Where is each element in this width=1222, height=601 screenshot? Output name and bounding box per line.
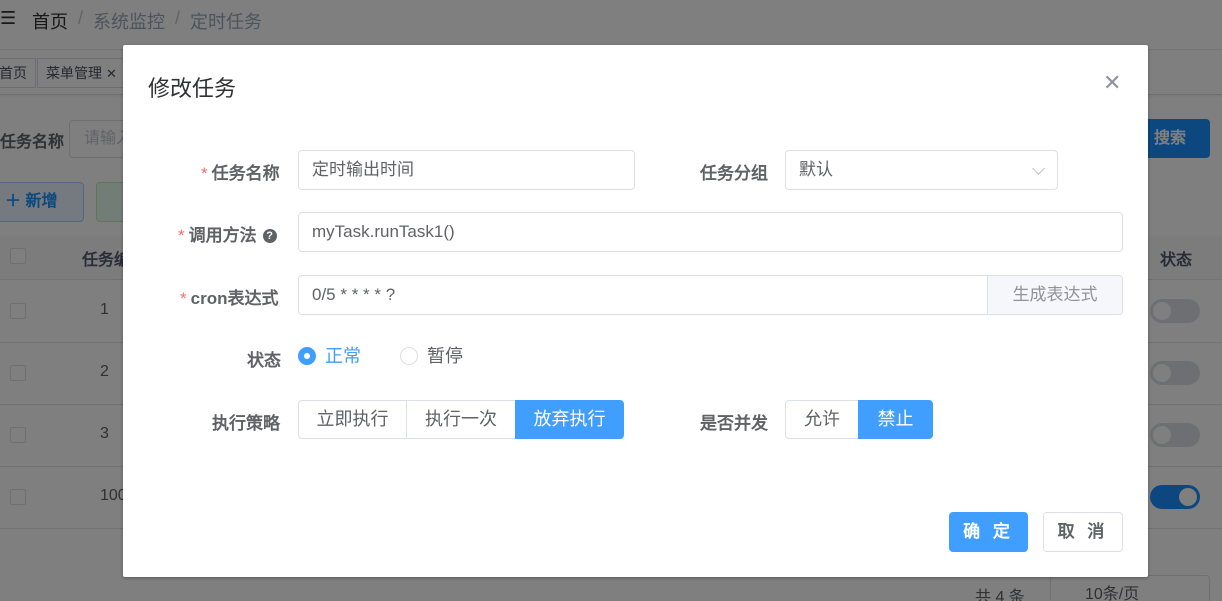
job-name-label-text: 任务名称 bbox=[211, 164, 280, 183]
required-mark: * bbox=[178, 226, 185, 245]
job-group-value: 默认 bbox=[799, 160, 833, 179]
misfire-option-abandon[interactable]: 放弃执行 bbox=[515, 400, 624, 439]
misfire-option-once[interactable]: 执行一次 bbox=[406, 400, 516, 439]
cancel-button[interactable]: 取 消 bbox=[1043, 512, 1123, 552]
status-label: 状态 bbox=[247, 351, 281, 370]
job-name-input[interactable]: 定时输出时间 bbox=[298, 150, 635, 190]
job-group-select[interactable]: 默认 bbox=[785, 150, 1058, 190]
cron-label: * cron表达式 bbox=[180, 284, 278, 309]
invoke-target-input[interactable]: myTask.runTask1() bbox=[298, 212, 1123, 252]
question-circle-icon[interactable]: ? bbox=[262, 229, 277, 243]
misfire-policy-label: 执行策略 bbox=[212, 414, 280, 433]
chevron-down-icon bbox=[1032, 162, 1045, 175]
invoke-target-label-text: 调用方法 bbox=[188, 226, 257, 245]
required-mark: * bbox=[201, 164, 208, 183]
invoke-target-label: * 调用方法? bbox=[178, 221, 277, 246]
required-mark: * bbox=[180, 289, 187, 308]
radio-label: 暂停 bbox=[427, 346, 463, 366]
concurrent-option-forbid[interactable]: 禁止 bbox=[858, 400, 933, 439]
dialog-title: 修改任务 bbox=[148, 76, 237, 101]
radio-dot-icon bbox=[400, 347, 418, 365]
status-radio-paused[interactable]: 暂停 bbox=[400, 346, 463, 366]
job-name-label: * 任务名称 bbox=[201, 159, 280, 184]
close-icon[interactable]: ✕ bbox=[1103, 72, 1121, 94]
confirm-button[interactable]: 确 定 bbox=[949, 512, 1028, 552]
edit-job-dialog: 修改任务 ✕ * 任务名称 定时输出时间 任务分组 默认 * 调用方法? myTas… bbox=[123, 45, 1148, 577]
status-radio-normal[interactable]: 正常 bbox=[298, 346, 361, 366]
generate-cron-button[interactable]: 生成表达式 bbox=[988, 275, 1123, 315]
misfire-option-immediate[interactable]: 立即执行 bbox=[298, 400, 407, 439]
concurrent-group: 允许 禁止 bbox=[785, 400, 933, 439]
radio-dot-icon bbox=[298, 347, 316, 365]
misfire-policy-group: 立即执行 执行一次 放弃执行 bbox=[298, 400, 624, 439]
job-group-label: 任务分组 bbox=[700, 164, 768, 183]
radio-label: 正常 bbox=[325, 346, 361, 366]
concurrent-label: 是否并发 bbox=[700, 414, 768, 433]
cron-label-text: cron表达式 bbox=[190, 289, 279, 308]
cron-expression-input[interactable]: 0/5 * * * * ? bbox=[298, 275, 988, 315]
concurrent-option-allow[interactable]: 允许 bbox=[785, 400, 859, 439]
